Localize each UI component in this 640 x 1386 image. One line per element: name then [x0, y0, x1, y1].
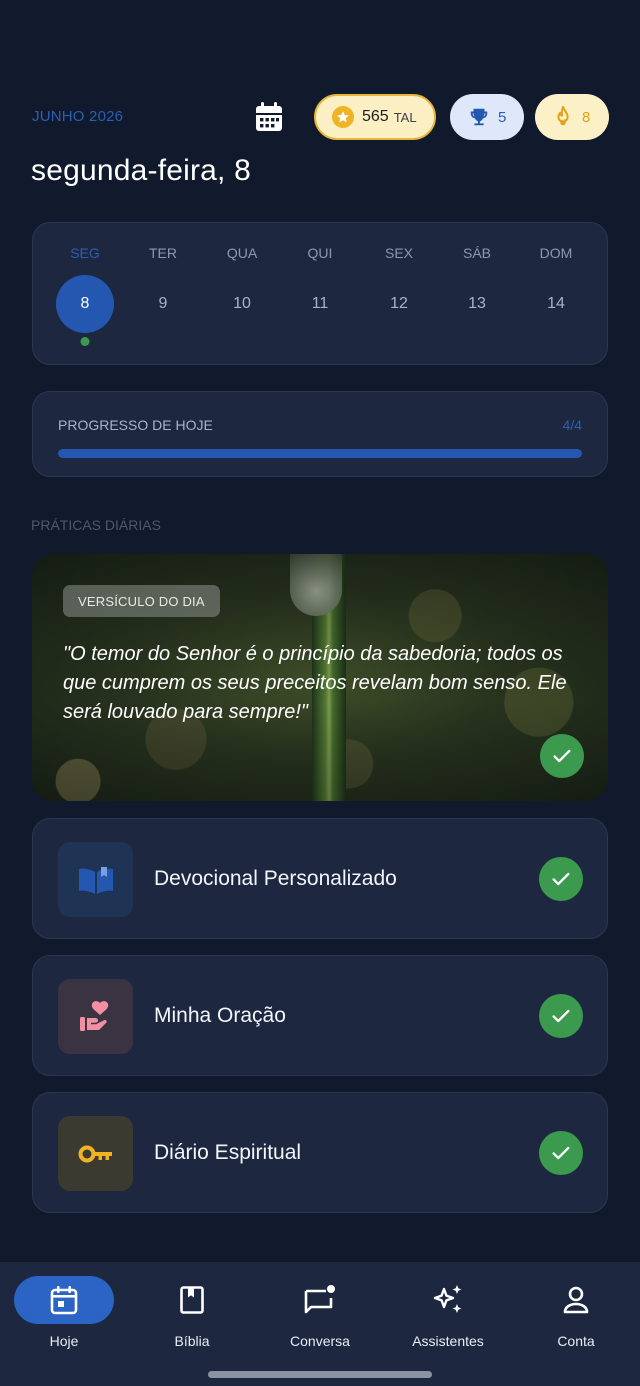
day-name: DOM	[539, 245, 573, 261]
day-name: SÁB	[462, 245, 491, 261]
page-title: segunda-feira, 8	[31, 154, 252, 187]
day-number: 13	[468, 295, 486, 312]
bottom-nav: Hoje Bíblia Conversa Assistentes Conta	[0, 1262, 640, 1386]
check-icon	[539, 994, 583, 1038]
open-book-icon	[58, 842, 133, 917]
nav-label: Conta	[557, 1333, 595, 1349]
nav-label: Conversa	[290, 1333, 350, 1349]
day-number: 10	[233, 295, 251, 312]
day-number: 9	[158, 295, 168, 312]
verse-of-day-card[interactable]: VERSÍCULO DO DIA "O temor do Senhor é o …	[32, 554, 608, 801]
tal-value: 565	[362, 108, 389, 125]
key-icon	[58, 1116, 133, 1191]
trophy-icon	[470, 108, 488, 126]
practice-title: Diário Espiritual	[154, 1141, 302, 1164]
coin-star-icon	[332, 106, 354, 128]
calendar-icon	[256, 102, 282, 131]
verse-tag: VERSÍCULO DO DIA	[63, 585, 220, 617]
day-number: 12	[390, 295, 408, 312]
week-strip: SEG 8 TER 9 QUA 10 QUI 11 SEX 12 SÁB 13 …	[32, 222, 608, 365]
check-icon	[539, 1131, 583, 1175]
check-icon	[540, 734, 584, 778]
fire-icon	[557, 106, 569, 126]
day-name: QUI	[307, 245, 333, 261]
practice-title: Minha Oração	[154, 1004, 286, 1027]
streak-count: 8	[582, 108, 591, 126]
practice-journal[interactable]: Diário Espiritual	[32, 1092, 608, 1213]
heart-hand-icon	[58, 979, 133, 1054]
today-screen: JUNHO 2026 565 TAL 5 8 segunda-feira, 8 …	[0, 0, 640, 1386]
practice-devotional[interactable]: Devocional Personalizado	[32, 818, 608, 939]
tal-balance-pill[interactable]: 565 TAL	[314, 94, 436, 140]
verse-text: "O temor do Senhor é o princípio da sabe…	[63, 643, 567, 723]
calendar-icon	[14, 1276, 114, 1324]
day-name: TER	[149, 245, 177, 261]
person-icon	[526, 1276, 626, 1324]
bible-icon	[142, 1276, 242, 1324]
practice-prayer[interactable]: Minha Oração	[32, 955, 608, 1076]
daily-progress-card: PROGRESSO DE HOJE 4/4	[32, 391, 608, 477]
day-number: 11	[311, 295, 329, 312]
completed-dot	[80, 337, 90, 346]
progress-fill	[58, 449, 582, 458]
calendar-button[interactable]	[250, 98, 288, 136]
section-label: PRÁTICAS DIÁRIAS	[31, 517, 161, 533]
trophies-pill[interactable]: 5	[450, 94, 524, 140]
streak-pill[interactable]: 8	[535, 94, 609, 140]
progress-label: PROGRESSO DE HOJE	[58, 417, 213, 433]
tal-unit: TAL	[393, 109, 417, 125]
check-icon	[539, 857, 583, 901]
chat-icon	[270, 1276, 370, 1324]
nav-label: Assistentes	[412, 1333, 484, 1349]
nav-label: Bíblia	[174, 1333, 210, 1349]
day-name: SEX	[384, 245, 413, 261]
sparkles-icon	[398, 1276, 498, 1324]
day-number: 8	[56, 275, 114, 333]
day-name: SEG	[70, 245, 100, 261]
day-number: 14	[547, 295, 565, 312]
day-name: QUA	[226, 245, 258, 261]
progress-track	[58, 449, 582, 458]
practice-title: Devocional Personalizado	[154, 867, 397, 890]
nav-label: Hoje	[49, 1333, 79, 1349]
month-label: JUNHO 2026	[32, 108, 124, 125]
home-indicator[interactable]	[208, 1371, 432, 1378]
progress-value: 4/4	[562, 417, 582, 433]
trophies-count: 5	[498, 108, 507, 126]
